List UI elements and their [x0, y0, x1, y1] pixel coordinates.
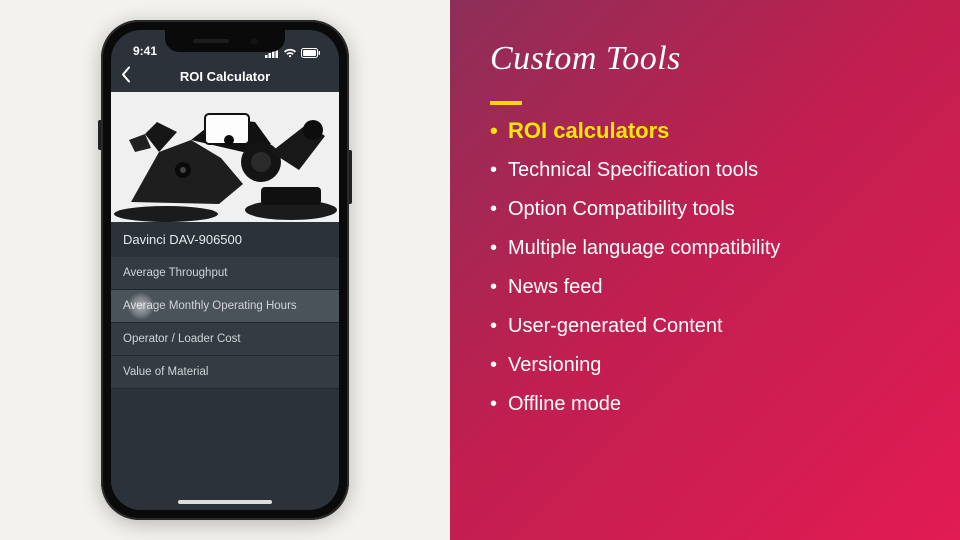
wifi-icon	[283, 48, 297, 58]
phone-device: 9:41 ROI Calculator	[101, 20, 349, 520]
bullet-item: Offline mode	[490, 393, 920, 416]
product-image	[111, 92, 339, 222]
bullet-item: User-generated Content	[490, 315, 920, 338]
accent-underline	[490, 101, 522, 105]
phone-screen: 9:41 ROI Calculator	[111, 30, 339, 510]
bullet-item: Option Compatibility tools	[490, 198, 920, 221]
input-row[interactable]: Average Throughput	[111, 257, 339, 290]
home-indicator[interactable]	[178, 500, 272, 504]
input-row-label: Value of Material	[123, 366, 208, 378]
battery-icon	[301, 48, 321, 58]
status-time: 9:41	[133, 44, 157, 58]
bullet-item: Versioning	[490, 354, 920, 377]
input-row-label: Average Monthly Operating Hours	[123, 300, 297, 312]
input-row[interactable]: Value of Material	[111, 356, 339, 389]
back-icon[interactable]	[121, 67, 131, 86]
bullet-list: ROI calculators Technical Specification t…	[490, 118, 920, 416]
input-row-label: Operator / Loader Cost	[123, 333, 241, 345]
input-row[interactable]: Average Monthly Operating Hours	[111, 290, 339, 323]
bullet-item: Multiple language compatibility	[490, 237, 920, 260]
bullet-item: News feed	[490, 276, 920, 299]
bullet-item: ROI calculators	[490, 118, 920, 143]
slide-left-panel: 9:41 ROI Calculator	[0, 0, 450, 540]
bullet-item: Technical Specification tools	[490, 159, 920, 182]
screen-title: ROI Calculator	[121, 69, 329, 84]
app-header: ROI Calculator	[111, 60, 339, 92]
input-rows: Average Throughput Average Monthly Operat…	[111, 257, 339, 389]
input-row[interactable]: Operator / Loader Cost	[111, 323, 339, 356]
input-row-label: Average Throughput	[123, 267, 227, 279]
slide-right-panel: Custom Tools ROI calculators Technical Sp…	[450, 0, 960, 540]
phone-notch	[165, 30, 285, 52]
product-name: Davinci DAV-906500	[111, 222, 339, 257]
slide-title: Custom Tools	[490, 40, 920, 78]
